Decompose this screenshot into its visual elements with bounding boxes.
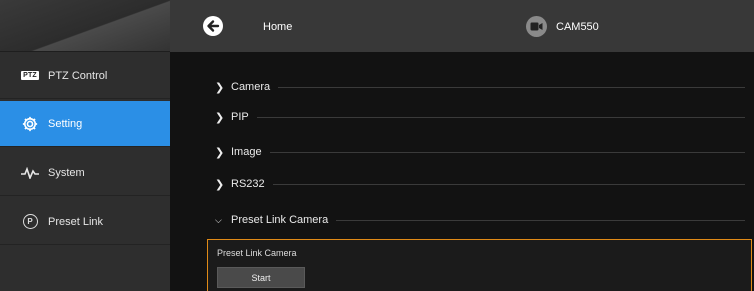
- sidebar-item-setting[interactable]: Setting: [0, 101, 170, 147]
- panel-title: Preset Link Camera: [217, 248, 297, 258]
- sidebar-item-label: Preset Link: [48, 215, 104, 228]
- camera-icon: [526, 16, 547, 37]
- chevron-right-icon: ❯: [215, 146, 225, 159]
- start-button[interactable]: Start: [217, 267, 305, 288]
- divider: [272, 183, 745, 185]
- sidebar-header: [0, 0, 170, 52]
- section-title: Preset Link Camera: [231, 214, 329, 226]
- sidebar-item-ptz-control[interactable]: PTZ PTZ Control: [0, 53, 170, 99]
- sidebar: PTZ PTZ Control Setting System P Preset …: [0, 0, 170, 291]
- sidebar-item-label: PTZ Control: [48, 69, 108, 82]
- section-title: Image: [231, 146, 262, 158]
- sidebar-item-system[interactable]: System: [0, 150, 170, 196]
- divider: [256, 116, 745, 118]
- section-rs232[interactable]: ❯ RS232: [215, 174, 745, 194]
- section-pip[interactable]: ❯ PIP: [215, 107, 745, 127]
- sidebar-item-label: Setting: [48, 117, 83, 130]
- sidebar-item-preset-link[interactable]: P Preset Link: [0, 199, 170, 245]
- section-camera[interactable]: ❯ Camera: [215, 77, 745, 97]
- preset-link-icon: P: [21, 213, 39, 231]
- settings-content: ❯ Camera ❯ PIP ❯ Image ❯ RS232 ⌵ Preset …: [170, 52, 754, 291]
- sidebar-item-label: System: [48, 166, 85, 179]
- chevron-right-icon: ❯: [215, 81, 225, 94]
- chevron-right-icon: ❯: [215, 111, 225, 124]
- chevron-down-icon: ⌵: [215, 214, 222, 225]
- section-preset-link-camera[interactable]: ⌵ Preset Link Camera: [215, 210, 745, 230]
- home-link[interactable]: Home: [263, 21, 292, 33]
- divider: [269, 151, 745, 153]
- gear-icon: [21, 115, 39, 133]
- camera-name: CAM550: [556, 21, 599, 33]
- section-title: Camera: [231, 81, 271, 93]
- divider: [278, 86, 745, 88]
- back-arrow-icon[interactable]: [203, 16, 223, 36]
- pulse-icon: [21, 164, 39, 182]
- section-title: RS232: [231, 178, 265, 190]
- chevron-right-icon: ❯: [215, 178, 225, 191]
- ptz-icon: PTZ: [21, 71, 39, 80]
- divider: [336, 219, 745, 221]
- section-image[interactable]: ❯ Image: [215, 142, 745, 162]
- preset-link-camera-panel: Preset Link Camera Start: [207, 239, 752, 291]
- section-title: PIP: [231, 111, 249, 123]
- top-bar: Home CAM550: [170, 0, 754, 52]
